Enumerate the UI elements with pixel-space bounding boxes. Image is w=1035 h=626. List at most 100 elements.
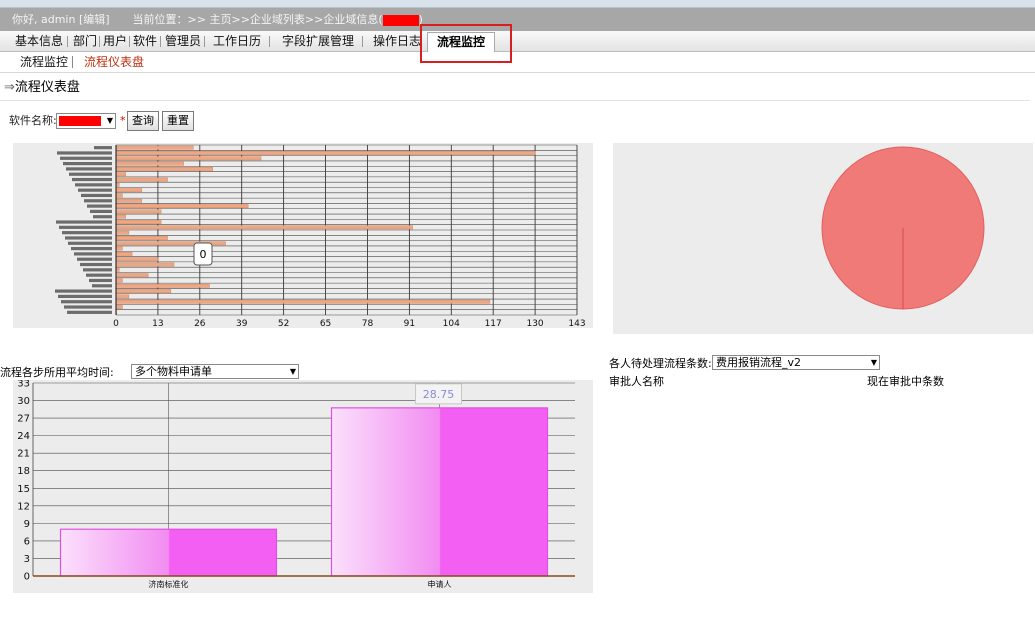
breadcrumb[interactable]: 当前位置：>> 主页>>企业域列表>>企业域信息( — [133, 8, 383, 31]
software-name-label: 软件名称: — [9, 114, 57, 127]
value-label-text: 28.75 — [423, 388, 455, 401]
nav-separator — [129, 36, 130, 47]
y-category-label — [87, 204, 112, 208]
x-tick-label: 104 — [443, 319, 460, 328]
x-tick-label: 39 — [236, 319, 248, 328]
x-tick-label: 78 — [362, 319, 374, 328]
bar — [115, 305, 123, 309]
y-category-label — [78, 188, 112, 192]
avg-time-process-select[interactable]: 多个物料申请单 ▼ — [131, 364, 299, 379]
redacted-software-name — [59, 116, 101, 126]
bar — [115, 161, 184, 166]
breadcrumb-close: ) — [418, 13, 423, 26]
redacted-domain — [382, 14, 419, 26]
bar — [115, 278, 123, 283]
y-category-label — [72, 177, 112, 182]
pending-count-label: 各人待处理流程条数: — [609, 357, 712, 370]
bar — [115, 283, 210, 288]
y-tick-label: 33 — [17, 380, 30, 390]
nav-process-monitor[interactable]: 流程监控 — [427, 32, 495, 52]
y-tick-label: 21 — [17, 449, 30, 460]
y-tick-label: 27 — [17, 414, 30, 425]
bar — [115, 145, 194, 150]
nav-separator — [204, 36, 205, 47]
subnav-process-monitor[interactable]: 流程监控 — [20, 52, 68, 72]
nav-work-calendar[interactable]: 工作日历 — [213, 31, 261, 52]
nav-separator — [160, 36, 161, 47]
nav-users[interactable]: 用户 — [103, 31, 127, 52]
value-label: 28.75 — [415, 383, 462, 405]
nav-basic-info[interactable]: 基本信息 — [15, 31, 63, 52]
nav-separator — [269, 36, 270, 47]
process-count-chart: 0 13 26 39 52 65 78 91 104 117 130 143 0 — [13, 143, 593, 329]
bar-tooltip: 0 — [193, 242, 213, 266]
y-category-label — [57, 151, 112, 155]
y-category-label — [60, 156, 112, 160]
y-tick-label: 24 — [17, 431, 30, 442]
greeting-text[interactable]: 你好, admin [编辑] — [12, 8, 110, 31]
software-select[interactable]: ▼ — [56, 113, 116, 129]
y-category-label — [64, 305, 112, 309]
bar — [115, 167, 213, 171]
chevron-down-icon: ▼ — [870, 358, 877, 367]
y-category-label — [93, 215, 112, 219]
subnav-separator — [72, 56, 73, 68]
y-category-label — [89, 278, 112, 283]
x-tick-label: 117 — [485, 319, 502, 328]
avg-time-selected: 多个物料申请单 — [135, 365, 212, 378]
x-tick-label: 91 — [404, 319, 415, 328]
y-category-label — [90, 209, 112, 214]
bar — [115, 225, 413, 230]
y-category-label — [58, 294, 112, 299]
nav-department[interactable]: 部门 — [73, 31, 97, 52]
y-category-label — [63, 161, 112, 166]
subnav-process-dashboard[interactable]: 流程仪表盘 — [84, 52, 144, 72]
pending-process-select[interactable]: 费用报销流程_v2 ▼ — [712, 355, 880, 370]
reset-button[interactable]: 重置 — [162, 111, 194, 131]
vertical-bar-chart: 0 3 6 9 12 15 18 21 24 27 30 33 济南标准化 申请人 28.75 — [17, 379, 575, 589]
window-top-border — [0, 0, 1035, 8]
bar — [115, 230, 130, 235]
y-tick-label: 18 — [17, 466, 30, 477]
bar — [115, 172, 126, 177]
avg-time-chart-panel: 0 3 6 9 12 15 18 21 24 27 30 33 济南标准化 申请人 28.75 — [13, 379, 593, 593]
y-tick-label: 9 — [24, 519, 30, 530]
bar — [115, 246, 123, 251]
y-category-label — [59, 225, 112, 229]
y-category-label — [74, 252, 112, 256]
main-navbar: 基本信息 部门 用户 软件 管理员 工作日历 字段扩展管理 操作日志 流程监控 — [0, 31, 1035, 52]
pie-chart-panel — [613, 143, 1033, 334]
nav-field-extension[interactable]: 字段扩展管理 — [282, 31, 354, 52]
y-category-label — [69, 172, 112, 176]
x-tick-label: 0 — [113, 319, 119, 328]
nav-separator — [99, 36, 100, 47]
y-category-label — [66, 167, 112, 171]
sub-navbar: 流程监控 流程仪表盘 — [0, 52, 1035, 73]
y-category-label — [77, 257, 112, 261]
bar — [115, 299, 491, 304]
y-category-label — [68, 241, 112, 245]
nav-software[interactable]: 软件 — [133, 31, 157, 52]
bar — [115, 294, 130, 299]
bar — [115, 209, 162, 214]
bar — [115, 252, 133, 256]
approver-name-header: 审批人名称 — [609, 375, 664, 388]
bar — [115, 257, 159, 262]
bar — [59, 528, 278, 577]
y-tick-label: 0 — [24, 572, 30, 583]
bar — [115, 273, 149, 278]
query-button[interactable]: 查询 — [127, 111, 159, 131]
nav-operation-log[interactable]: 操作日志 — [373, 31, 421, 52]
y-category-label — [56, 220, 112, 224]
nav-admins[interactable]: 管理员 — [165, 31, 201, 52]
page-title: ⇒流程仪表盘 — [0, 74, 1030, 101]
header-bar: 你好, admin [编辑] 当前位置：>> 主页>>企业域列表>>企业域信息(… — [0, 8, 1035, 31]
tooltip-value: 0 — [200, 248, 207, 261]
y-category-label — [61, 300, 112, 304]
y-category-label — [84, 199, 112, 203]
bar — [115, 204, 249, 208]
bar — [115, 236, 168, 240]
y-category-label — [92, 284, 112, 288]
bar — [115, 156, 262, 161]
chevron-down-icon: ▼ — [106, 116, 113, 125]
